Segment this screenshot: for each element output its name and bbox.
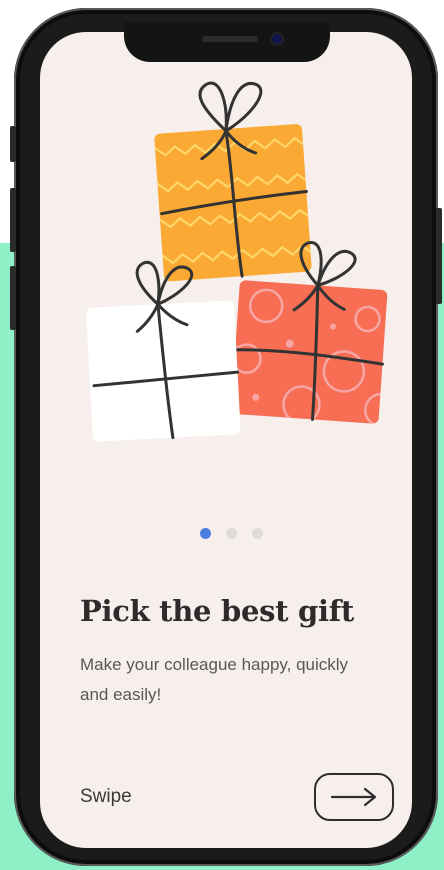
power-button: [436, 208, 442, 304]
app-screen: Pick the best gift Make your colleague h…: [40, 32, 412, 848]
volume-up-button: [10, 188, 16, 252]
next-button[interactable]: [314, 773, 394, 821]
volume-down-button: [10, 266, 16, 330]
speaker-grille: [202, 36, 258, 42]
mute-switch: [10, 126, 16, 162]
pagination-dot-3[interactable]: [252, 528, 263, 539]
onboarding-title: Pick the best gift: [80, 594, 355, 628]
white-gift-icon: [86, 260, 241, 442]
front-camera-icon: [272, 34, 282, 44]
pagination-dot-1[interactable]: [200, 528, 211, 539]
yellow-gift-icon: [154, 81, 312, 282]
phone-notch: [124, 22, 330, 62]
pagination-dots: [200, 528, 263, 539]
arrow-right-icon: [330, 787, 377, 807]
pagination-dot-2[interactable]: [226, 528, 237, 539]
onboarding-subtitle: Make your colleague happy, quickly and e…: [80, 655, 349, 704]
gifts-illustration: [86, 81, 388, 442]
swipe-label: Swipe: [80, 786, 132, 807]
